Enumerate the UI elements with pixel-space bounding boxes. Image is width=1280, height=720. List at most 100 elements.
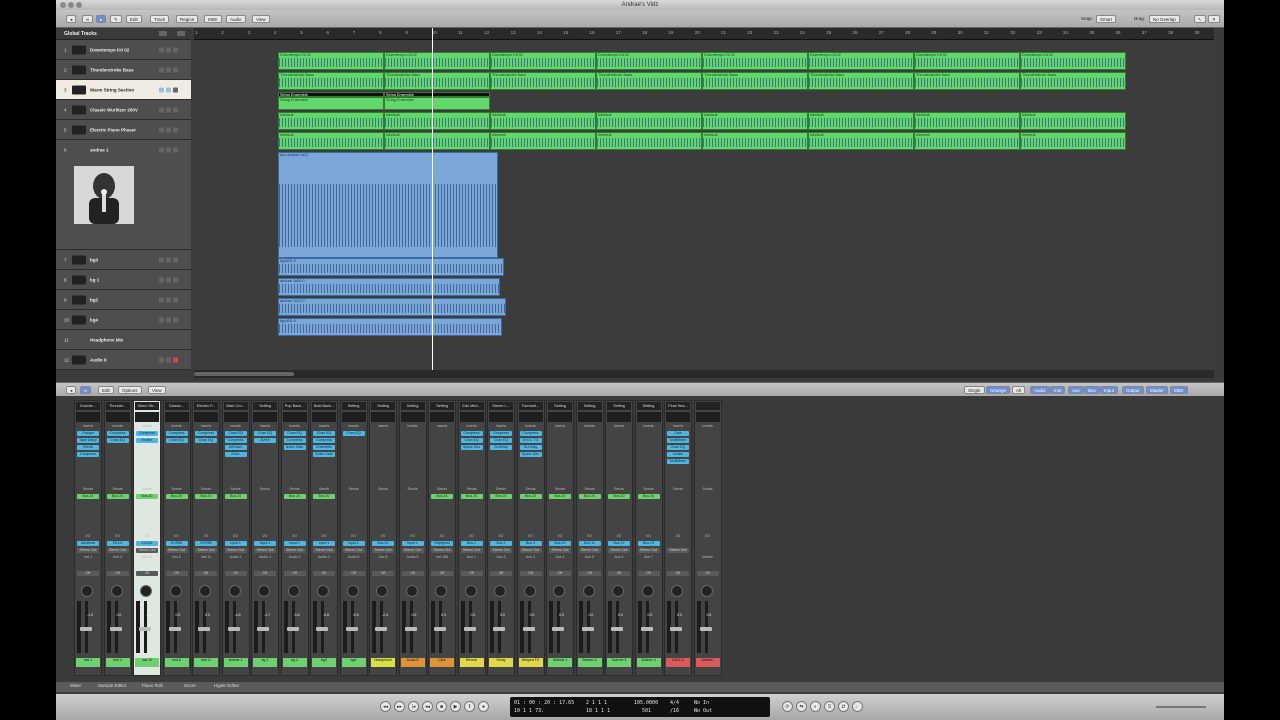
channel-strip[interactable]: Setting Inserts Chan EQ Sends I/O Input 1 Ste… (339, 400, 368, 676)
channel-setting[interactable]: Setting (430, 402, 454, 410)
output-slot[interactable]: Stereo Out (608, 548, 630, 553)
insert-slot[interactable]: Chan EQ (490, 438, 512, 443)
input-slot[interactable]: Bus 10 (549, 541, 571, 546)
channel-setting[interactable]: Setting (577, 402, 602, 410)
automation-mode[interactable]: Off (283, 571, 306, 576)
track-buttons[interactable] (159, 67, 187, 72)
fader-cap[interactable] (522, 627, 535, 631)
output-slot[interactable]: Stereo Out (136, 548, 158, 553)
fader-cap[interactable] (198, 627, 210, 631)
back-icon[interactable]: ◂ (66, 15, 77, 23)
channel-setting[interactable]: Setting (636, 402, 661, 410)
volume-fader[interactable] (345, 601, 358, 653)
track-row[interactable]: 9 bg2 (56, 290, 191, 310)
send-slot[interactable]: Bus 24 (224, 494, 247, 499)
send-slot[interactable]: Bus 20 (608, 494, 630, 499)
pan-knob[interactable] (140, 585, 152, 597)
insert-slot[interactable]: Chan EQ (254, 431, 276, 436)
automation-mode[interactable]: Off (549, 571, 571, 576)
channel-strip[interactable]: Setting Inserts Sends I/O Bus 20 Stereo Out A… (369, 400, 397, 676)
volume-fader[interactable] (375, 601, 387, 653)
playhead[interactable] (432, 28, 433, 370)
automation-mode[interactable]: Off (224, 571, 247, 576)
region[interactable]: #default (808, 132, 914, 150)
output-slot[interactable]: Stereo Out (313, 548, 335, 553)
region[interactable]: Downtempo Kit 02 (808, 52, 914, 70)
track-buttons[interactable] (159, 357, 187, 362)
volume-fader[interactable] (581, 601, 594, 653)
channel-strip[interactable]: Warm Str... Inserts Compress Exciter Sends B… (133, 400, 161, 676)
link-icon[interactable]: ∞ (82, 15, 94, 23)
eq-display[interactable] (666, 412, 690, 422)
pan-knob[interactable] (376, 585, 388, 597)
filter-bus[interactable]: Bus (1084, 386, 1100, 394)
eq-display[interactable] (312, 412, 336, 422)
filter-aux[interactable]: Aux (1068, 386, 1084, 394)
eq-display[interactable] (518, 412, 543, 422)
send-slot[interactable]: Bus 24 (77, 494, 99, 499)
region[interactable]: String Ensemble (278, 97, 384, 110)
track-row[interactable]: 5 Electric Piano Phaser (56, 120, 191, 140)
eq-display[interactable] (76, 412, 100, 422)
region[interactable]: anc andrae 1#17 (278, 152, 498, 258)
output-slot[interactable]: Stereo Out (460, 548, 483, 553)
fader-cap[interactable] (286, 627, 299, 631)
fader-cap[interactable] (699, 627, 712, 631)
region[interactable]: Thunderstroke Bass (490, 72, 596, 90)
fader-cap[interactable] (109, 627, 122, 631)
channel-strip[interactable]: Setting Inserts Sends Bus 20 I/O Bus 12 Stere… (605, 400, 633, 676)
input-slot[interactable]: Bus 11 (578, 541, 601, 546)
region[interactable]: Thunderstroke Bass (384, 72, 490, 90)
fader-cap[interactable] (640, 627, 653, 631)
channel-setting[interactable]: Male Cro... (223, 402, 248, 410)
pan-knob[interactable] (494, 585, 506, 597)
region[interactable]: Downtempo Kit 02 (1020, 52, 1126, 70)
channel-strip[interactable]: Bold Back... Inserts Chan EQ Compress Ensem… (310, 400, 338, 676)
track-row[interactable]: 12 Audio 8 (56, 350, 191, 370)
filter-input[interactable]: Input (1100, 386, 1119, 394)
channel-strip[interactable]: Pop Back... Inserts Chan EQ Compress Noise … (280, 400, 309, 676)
output-slot[interactable]: Stereo Out (342, 548, 365, 553)
fader-cap[interactable] (375, 627, 387, 631)
region[interactable]: #default (702, 132, 808, 150)
bar-ruler[interactable]: 1 2 3 4 5 6 7 8 9 10 11 12 13 14 15 16 17 18 19 20 21 22 23 24 2… (194, 28, 1214, 40)
channel-strip[interactable]: Setting Inserts Sends Bus 24 I/O Bus 13 Stere… (634, 400, 663, 676)
channel-setting[interactable]: Bold Back... (312, 402, 336, 410)
record-icon[interactable]: ● (478, 701, 489, 712)
output-slot[interactable]: Stereo Out (106, 548, 129, 553)
insert-slot[interactable]: St-Delay (490, 445, 512, 450)
mixer-menu-view[interactable]: View (148, 386, 166, 394)
insert-slot[interactable]: Tape Delay (77, 438, 99, 443)
fader-cap[interactable] (611, 627, 623, 631)
pause-icon[interactable]: ‖ (464, 701, 475, 712)
pan-knob[interactable] (346, 585, 359, 597)
tab-score[interactable]: Score (184, 683, 196, 688)
pan-knob[interactable] (671, 585, 683, 597)
horizontal-scrollbar[interactable] (194, 370, 1214, 378)
mode-arrange[interactable]: Arrange (986, 386, 1011, 394)
track-row[interactable]: 2 Thunderstroke Bass (56, 60, 191, 80)
filter-output[interactable]: Output (1122, 386, 1144, 394)
track-row[interactable]: 7 bg3 (56, 250, 191, 270)
volume-fader[interactable] (640, 601, 653, 653)
send-slot[interactable]: Bus 20 (313, 494, 335, 499)
insert-slot[interactable]: Compress (490, 431, 512, 436)
eq-display[interactable] (253, 412, 277, 422)
insert-slot[interactable]: Chan EQ (283, 431, 306, 436)
automation-mode[interactable]: Off (637, 571, 660, 576)
channel-strip[interactable]: Setting Inserts Sends I/O Input 1 Stereo Out… (398, 400, 427, 676)
menu-view[interactable]: View (252, 15, 270, 23)
insert-slot[interactable]: Compress (136, 431, 158, 436)
input-slot[interactable]: Input 1 (283, 541, 306, 546)
automation-mode[interactable]: Off (490, 571, 512, 576)
menu-track[interactable]: Track (150, 15, 170, 23)
eq-display[interactable] (489, 412, 513, 422)
scroll-thumb[interactable] (194, 372, 294, 376)
volume-fader[interactable] (404, 601, 417, 653)
insert-slot[interactable]: Chan EQ (460, 438, 483, 443)
channel-setting[interactable]: Final Hea... (666, 402, 690, 410)
automation-mode[interactable]: Off (460, 571, 483, 576)
region[interactable]: Thunderstroke Bass (808, 72, 914, 90)
send-slot[interactable]: Bus 20 (519, 494, 542, 499)
filter-inst[interactable]: Inst (1050, 386, 1066, 394)
